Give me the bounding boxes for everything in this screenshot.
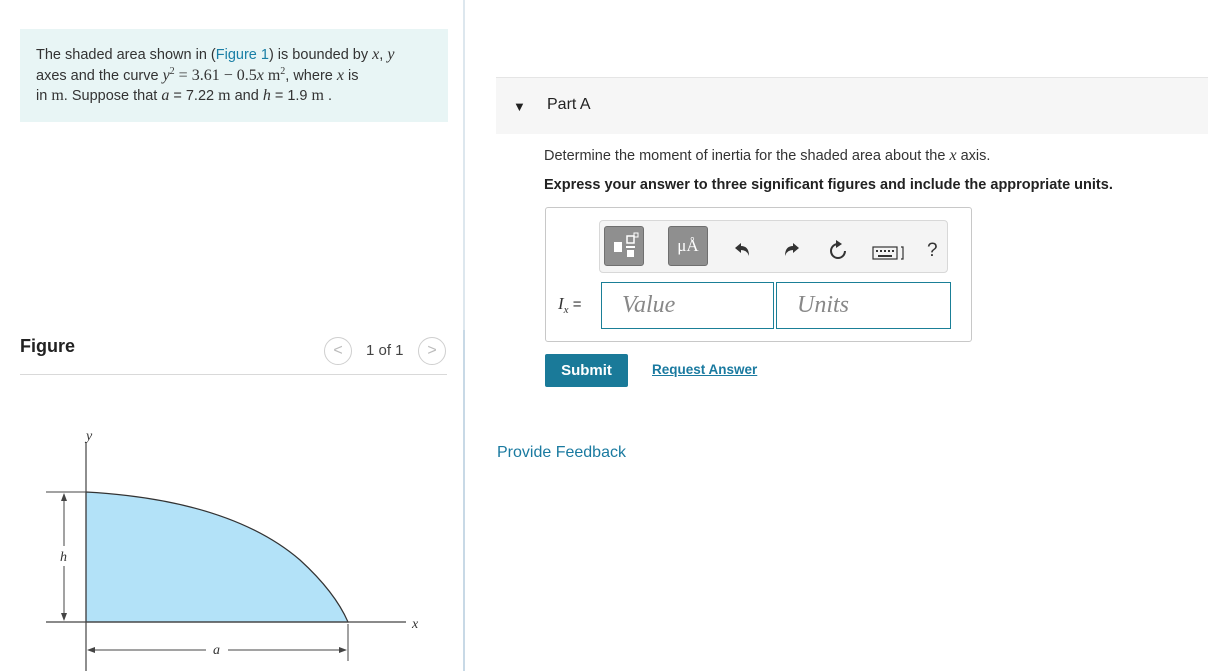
figure-title: Figure (20, 336, 76, 356)
request-answer-link[interactable]: Request Answer (652, 362, 757, 377)
undo-icon[interactable] (734, 240, 752, 264)
value-input[interactable]: Value (601, 282, 774, 329)
help-icon[interactable]: ? (927, 240, 938, 262)
figure-divider (20, 374, 447, 375)
templates-icon (614, 232, 639, 257)
figure-link[interactable]: Figure 1 (216, 47, 269, 63)
figure-diagram: y x h a (46, 429, 419, 671)
symbols-button[interactable]: μÅ (668, 226, 708, 266)
x-axis-label: x (411, 617, 419, 632)
templates-button[interactable] (604, 226, 644, 266)
keyboard-icon[interactable] (872, 244, 906, 267)
part-a-label: Part A (547, 96, 591, 113)
y-axis-label: y (84, 429, 93, 444)
chevron-left-icon: < (333, 342, 343, 359)
next-figure-button[interactable]: > (418, 337, 446, 365)
reset-icon[interactable] (827, 240, 849, 268)
redo-icon[interactable] (782, 240, 800, 264)
answer-variable-label: Ix = (558, 294, 582, 316)
provide-feedback-link[interactable]: Provide Feedback (497, 444, 626, 462)
shaded-area (85, 491, 349, 623)
question-text: Determine the moment of inertia for the … (544, 147, 991, 164)
caret-down-icon[interactable]: ▼ (513, 99, 526, 114)
answer-instructions: Express your answer to three significant… (544, 177, 1113, 193)
submit-button[interactable]: Submit (545, 354, 628, 387)
figure-counter: 1 of 1 (366, 342, 404, 359)
part-a-header[interactable] (496, 77, 1208, 134)
chevron-right-icon: > (427, 342, 437, 359)
h-label: h (60, 550, 67, 565)
problem-statement: The shaded area shown in (Figure 1) is b… (20, 29, 448, 122)
units-input[interactable]: Units (776, 282, 951, 329)
a-label: a (213, 643, 220, 658)
column-divider-lower (463, 330, 465, 671)
prev-figure-button[interactable]: < (324, 337, 352, 365)
